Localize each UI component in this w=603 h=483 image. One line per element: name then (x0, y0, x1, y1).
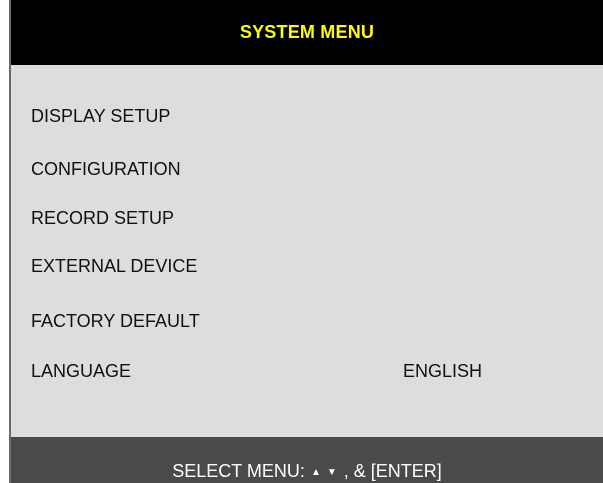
footer-hint-prefix: SELECT MENU: (172, 461, 305, 481)
down-arrow-icon: ▼ (326, 467, 337, 478)
up-arrow-icon: ▲ (310, 467, 321, 478)
menu-item-label: LANGUAGE (31, 360, 132, 381)
menu-item-label: DISPLAY SETUP (31, 105, 171, 126)
menu-item-language[interactable]: LANGUAGE ENGLISH (31, 356, 571, 386)
menu-item-label: FACTORY DEFAULT (31, 310, 200, 331)
menu-item-configuration[interactable]: CONFIGURATION (31, 154, 571, 184)
menu-item-label: EXTERNAL DEVICE (31, 255, 198, 276)
menu-item-display-setup[interactable]: DISPLAY SETUP (31, 101, 571, 131)
footer-hint-suffix: , & [ENTER] (343, 461, 442, 481)
footer-hint: SELECT MENU: ▲ ▼ , & [ENTER] (172, 461, 442, 482)
footer-bar: SELECT MENU: ▲ ▼ , & [ENTER] (11, 437, 603, 483)
menu-list: DISPLAY SETUP CONFIGURATION RECORD SETUP… (11, 65, 603, 437)
title-bar: SYSTEM MENU (11, 0, 603, 65)
menu-item-factory-default[interactable]: FACTORY DEFAULT (31, 306, 571, 336)
menu-title: SYSTEM MENU (239, 22, 375, 42)
menu-item-external-device[interactable]: EXTERNAL DEVICE (31, 251, 571, 281)
language-value[interactable]: ENGLISH (403, 361, 482, 382)
menu-item-record-setup[interactable]: RECORD SETUP (31, 203, 571, 233)
menu-item-label: RECORD SETUP (31, 207, 175, 228)
system-menu-window: SYSTEM MENU DISPLAY SETUP CONFIGURATION … (9, 0, 603, 483)
menu-item-label: CONFIGURATION (31, 158, 181, 179)
